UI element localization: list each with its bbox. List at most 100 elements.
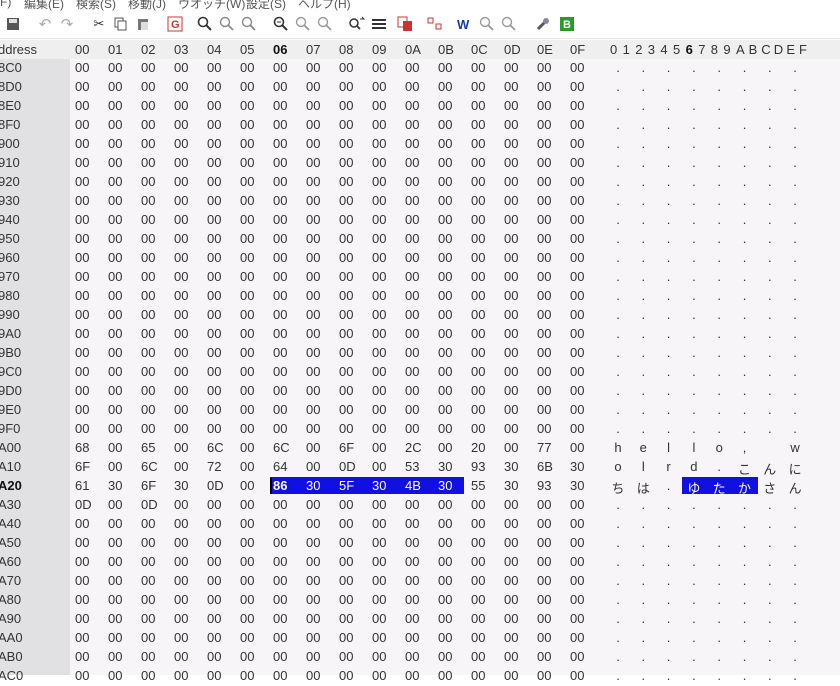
byte-cell[interactable]: 00 bbox=[273, 364, 287, 379]
byte-cell[interactable]: 00 bbox=[438, 193, 452, 208]
byte-cell[interactable]: 00 bbox=[273, 288, 287, 303]
tools-icon[interactable] bbox=[534, 15, 552, 33]
byte-cell[interactable]: 00 bbox=[273, 421, 287, 436]
byte-cell[interactable]: 00 bbox=[108, 516, 122, 531]
text-char[interactable]: e bbox=[635, 440, 651, 455]
byte-cell[interactable]: 00 bbox=[240, 649, 254, 664]
byte-cell[interactable]: 00 bbox=[240, 117, 254, 132]
byte-cell[interactable]: 00 bbox=[372, 345, 386, 360]
text-char[interactable]: . bbox=[661, 98, 677, 113]
byte-cell[interactable]: 00 bbox=[537, 193, 551, 208]
text-char[interactable]: . bbox=[686, 497, 702, 512]
text-char[interactable]: . bbox=[686, 535, 702, 550]
byte-cell[interactable]: 00 bbox=[174, 155, 188, 170]
byte-cell[interactable]: 00 bbox=[405, 611, 419, 626]
text-char[interactable]: . bbox=[686, 592, 702, 607]
byte-cell[interactable]: 00 bbox=[75, 535, 89, 550]
text-char[interactable]: . bbox=[635, 269, 651, 284]
byte-cell[interactable]: 00 bbox=[306, 98, 320, 113]
byte-cell[interactable]: 00 bbox=[240, 459, 254, 474]
text-char[interactable]: . bbox=[787, 326, 803, 341]
byte-cell[interactable]: 00 bbox=[306, 231, 320, 246]
text-char[interactable]: . bbox=[661, 212, 677, 227]
byte-cell[interactable]: 00 bbox=[339, 155, 353, 170]
byte-cell[interactable]: 00 bbox=[306, 193, 320, 208]
text-char[interactable]: . bbox=[661, 345, 677, 360]
text-char[interactable]: . bbox=[737, 345, 753, 360]
byte-cell[interactable]: 00 bbox=[570, 592, 584, 607]
byte-cell[interactable]: 00 bbox=[174, 174, 188, 189]
byte-cell[interactable]: 00 bbox=[207, 174, 221, 189]
text-char[interactable]: . bbox=[787, 554, 803, 569]
text-char[interactable]: . bbox=[635, 174, 651, 189]
byte-cell[interactable]: 00 bbox=[306, 668, 320, 683]
byte-cell[interactable]: 5F bbox=[339, 478, 354, 493]
byte-cell[interactable]: 00 bbox=[471, 307, 485, 322]
byte-cell[interactable]: 00 bbox=[372, 421, 386, 436]
byte-cell[interactable]: 00 bbox=[141, 516, 155, 531]
text-char[interactable]: . bbox=[686, 193, 702, 208]
byte-cell[interactable]: 00 bbox=[339, 497, 353, 512]
text-char[interactable]: . bbox=[686, 573, 702, 588]
byte-cell[interactable]: 00 bbox=[570, 383, 584, 398]
text-char[interactable]: . bbox=[661, 136, 677, 151]
text-char[interactable]: . bbox=[635, 60, 651, 75]
byte-cell[interactable]: 00 bbox=[438, 98, 452, 113]
text-char[interactable]: は bbox=[635, 478, 651, 497]
byte-cell[interactable]: 00 bbox=[504, 383, 518, 398]
text-char[interactable]: . bbox=[686, 174, 702, 189]
byte-cell[interactable]: 00 bbox=[339, 231, 353, 246]
byte-cell[interactable]: 00 bbox=[273, 79, 287, 94]
byte-cell[interactable]: 00 bbox=[471, 269, 485, 284]
text-char[interactable]: l bbox=[635, 459, 651, 474]
byte-cell[interactable]: 00 bbox=[372, 497, 386, 512]
byte-cell[interactable]: 00 bbox=[240, 212, 254, 227]
text-char[interactable]: . bbox=[787, 174, 803, 189]
byte-cell[interactable]: 00 bbox=[75, 136, 89, 151]
text-char[interactable]: . bbox=[686, 383, 702, 398]
byte-cell[interactable]: 00 bbox=[504, 307, 518, 322]
byte-cell[interactable]: 00 bbox=[306, 155, 320, 170]
byte-cell[interactable]: 00 bbox=[504, 554, 518, 569]
byte-cell[interactable]: 00 bbox=[306, 497, 320, 512]
byte-cell[interactable]: 00 bbox=[537, 307, 551, 322]
byte-cell[interactable]: 6F bbox=[75, 459, 90, 474]
text-char[interactable]: . bbox=[661, 649, 677, 664]
text-char[interactable]: . bbox=[661, 668, 677, 683]
byte-cell[interactable]: 00 bbox=[339, 136, 353, 151]
text-char[interactable]: . bbox=[610, 307, 626, 322]
byte-cell[interactable]: 77 bbox=[537, 440, 551, 455]
byte-cell[interactable]: 00 bbox=[504, 668, 518, 683]
byte-cell[interactable]: 00 bbox=[174, 231, 188, 246]
byte-cell[interactable]: 00 bbox=[570, 231, 584, 246]
byte-cell[interactable]: 00 bbox=[75, 630, 89, 645]
byte-cell[interactable]: 00 bbox=[207, 155, 221, 170]
byte-cell[interactable]: 00 bbox=[438, 535, 452, 550]
text-char[interactable]: o bbox=[610, 459, 626, 474]
text-char[interactable]: . bbox=[787, 592, 803, 607]
byte-cell[interactable]: 00 bbox=[339, 98, 353, 113]
byte-cell[interactable]: 00 bbox=[75, 611, 89, 626]
byte-cell[interactable]: 00 bbox=[273, 250, 287, 265]
text-char[interactable]: . bbox=[661, 630, 677, 645]
text-char[interactable]: . bbox=[686, 98, 702, 113]
text-char[interactable]: . bbox=[686, 212, 702, 227]
byte-cell[interactable]: 00 bbox=[537, 231, 551, 246]
text-char[interactable]: . bbox=[686, 345, 702, 360]
byte-cell[interactable]: 00 bbox=[570, 440, 584, 455]
text-char[interactable]: . bbox=[711, 497, 727, 512]
byte-cell[interactable]: 00 bbox=[471, 326, 485, 341]
byte-cell[interactable]: 00 bbox=[75, 307, 89, 322]
text-char[interactable]: . bbox=[762, 250, 778, 265]
byte-cell[interactable]: 00 bbox=[438, 421, 452, 436]
byte-cell[interactable]: 00 bbox=[306, 516, 320, 531]
byte-cell[interactable]: 00 bbox=[537, 592, 551, 607]
text-char[interactable]: . bbox=[610, 421, 626, 436]
text-char[interactable]: . bbox=[787, 668, 803, 683]
byte-cell[interactable]: 00 bbox=[108, 60, 122, 75]
byte-cell[interactable]: 00 bbox=[570, 60, 584, 75]
byte-cell[interactable]: 00 bbox=[570, 98, 584, 113]
text-char[interactable]: . bbox=[686, 269, 702, 284]
save-icon[interactable] bbox=[4, 15, 22, 33]
byte-cell[interactable]: 00 bbox=[471, 231, 485, 246]
